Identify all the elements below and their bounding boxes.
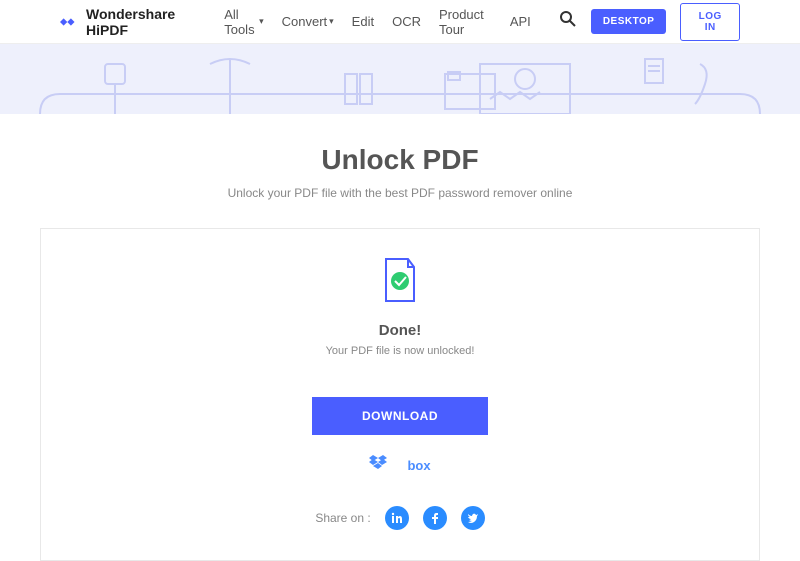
hero-banner	[0, 44, 800, 114]
nav-ocr[interactable]: OCR	[392, 7, 421, 37]
linkedin-icon[interactable]	[385, 506, 409, 530]
twitter-icon[interactable]	[461, 506, 485, 530]
page-title: Unlock PDF	[0, 144, 800, 176]
nav-menu: All Tools▾ Convert▾ Edit OCR Product Tou…	[224, 7, 531, 37]
nav-edit[interactable]: Edit	[352, 7, 374, 37]
share-row: Share on :	[61, 506, 739, 530]
done-heading: Done!	[61, 322, 739, 339]
chevron-down-icon: ▾	[329, 16, 334, 27]
top-nav: Wondershare HiPDF All Tools▾ Convert▾ Ed…	[0, 0, 800, 44]
brand-logo[interactable]: Wondershare HiPDF	[60, 6, 204, 38]
desktop-button[interactable]: DESKTOP	[591, 9, 667, 34]
chevron-down-icon: ▾	[259, 16, 264, 27]
nav-api[interactable]: API	[510, 7, 531, 37]
download-button[interactable]: DOWNLOAD	[312, 397, 488, 435]
dropbox-icon[interactable]	[369, 455, 387, 476]
login-button[interactable]: LOG IN	[680, 3, 740, 41]
box-icon[interactable]: box	[407, 458, 430, 473]
nav-all-tools[interactable]: All Tools▾	[224, 7, 263, 37]
file-success-icon	[61, 257, 739, 308]
nav-convert[interactable]: Convert▾	[282, 7, 334, 37]
cloud-options: box	[61, 455, 739, 476]
brand-text: Wondershare HiPDF	[86, 6, 204, 38]
logo-icon	[60, 15, 80, 29]
share-label: Share on :	[315, 511, 370, 525]
done-message: Your PDF file is now unlocked!	[61, 345, 739, 357]
page-subtitle: Unlock your PDF file with the best PDF p…	[0, 186, 800, 200]
result-card: Done! Your PDF file is now unlocked! DOW…	[40, 228, 760, 561]
facebook-icon[interactable]	[423, 506, 447, 530]
search-icon[interactable]	[559, 10, 577, 33]
main-content: Unlock PDF Unlock your PDF file with the…	[0, 114, 800, 561]
nav-product-tour[interactable]: Product Tour	[439, 7, 492, 37]
